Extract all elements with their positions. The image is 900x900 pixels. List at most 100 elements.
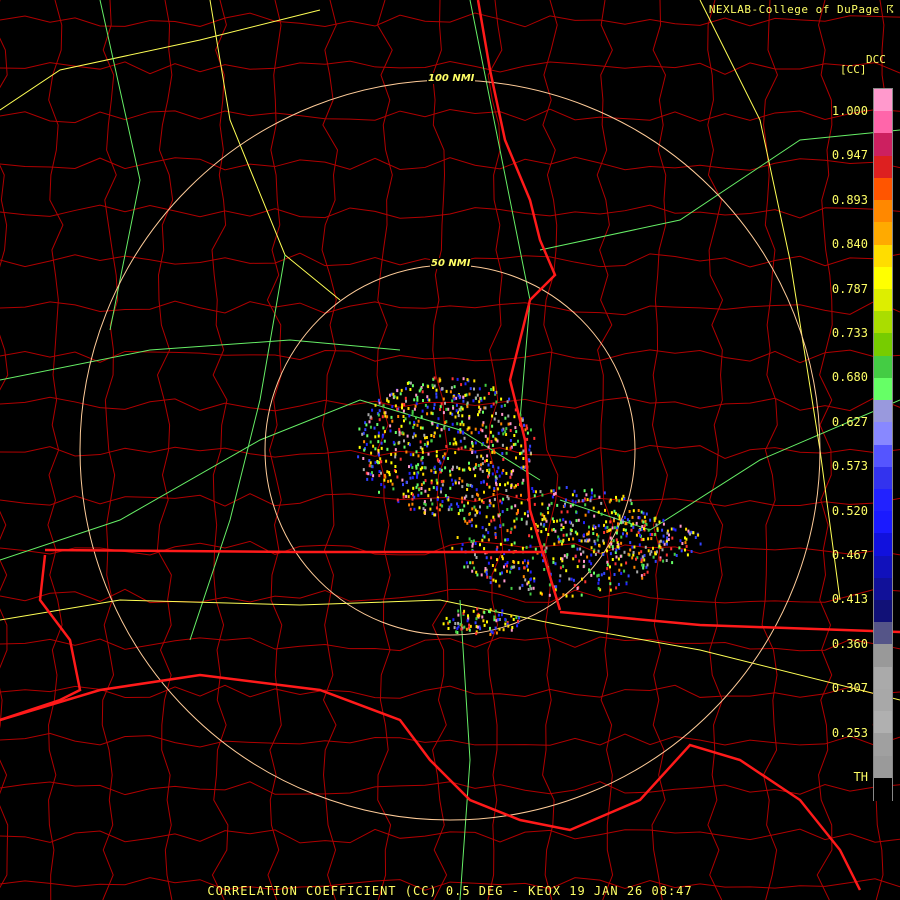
- echo-pixel: [411, 502, 414, 506]
- echo-pixel: [570, 577, 573, 581]
- echo-pixel: [383, 485, 386, 489]
- echo-pixel: [632, 551, 635, 554]
- echo-pixel: [450, 478, 453, 482]
- echo-pixel: [402, 483, 404, 487]
- echo-pixel: [562, 538, 565, 542]
- echo-pixel: [433, 406, 435, 410]
- echo-pixel: [615, 495, 617, 499]
- echo-pixel: [483, 610, 486, 614]
- echo-pixel: [502, 469, 505, 472]
- echo-pixel: [394, 452, 397, 456]
- echo-pixel: [548, 503, 551, 507]
- echo-pixel: [422, 472, 425, 476]
- echo-pixel: [559, 574, 562, 578]
- echo-pixel: [645, 512, 648, 516]
- echo-pixel: [510, 472, 513, 476]
- echo-pixel: [485, 425, 488, 429]
- echo-pixel: [482, 456, 484, 460]
- echo-pixel: [433, 513, 436, 517]
- echo-pixel: [449, 442, 451, 446]
- state-boundary: [476, 0, 562, 611]
- echo-pixel: [593, 571, 595, 575]
- echo-pixel: [480, 454, 483, 458]
- echo-pixel: [590, 546, 593, 550]
- echo-pixel: [390, 392, 393, 396]
- state-boundary: [559, 610, 900, 634]
- echo-pixel: [408, 465, 410, 469]
- echo-pixel: [451, 377, 454, 381]
- echo-pixel: [496, 487, 499, 491]
- color-scale-tick: 0.520: [831, 503, 868, 518]
- echo-pixel: [474, 441, 477, 445]
- echo-pixel: [576, 587, 579, 590]
- echo-pixel: [561, 557, 564, 561]
- echo-pixel: [439, 405, 442, 409]
- echo-pixel: [365, 423, 368, 427]
- echo-pixel: [508, 397, 511, 401]
- echo-pixel: [531, 556, 534, 560]
- echo-pixel: [533, 502, 536, 506]
- echo-pixel: [503, 565, 505, 569]
- echo-pixel: [615, 555, 618, 559]
- echo-pixel: [486, 437, 489, 441]
- echo-pixel: [515, 494, 518, 498]
- echo-pixel: [521, 546, 524, 550]
- color-scale-tick: 0.947: [831, 148, 868, 163]
- county-line: [542, 0, 559, 900]
- echo-pixel: [576, 547, 579, 551]
- echo-pixel: [484, 434, 487, 438]
- echo-pixel: [632, 525, 635, 529]
- county-line: [0, 444, 900, 460]
- echo-pixel: [617, 522, 619, 526]
- echo-pixel: [396, 407, 399, 411]
- echo-pixel: [499, 483, 501, 487]
- color-scale-tick: 1.000: [831, 104, 868, 118]
- echo-pixel: [652, 555, 655, 559]
- echo-pixel: [378, 409, 381, 413]
- echo-pixel: [487, 538, 490, 542]
- echo-pixel: [679, 539, 682, 543]
- echo-pixel: [489, 430, 492, 434]
- echo-pixel: [571, 499, 574, 503]
- echo-pixel: [643, 515, 646, 519]
- echo-pixel: [423, 500, 426, 504]
- echo-pixel: [545, 546, 548, 550]
- echo-pixel: [473, 505, 476, 509]
- echo-pixel: [374, 447, 377, 451]
- echo-pixel: [463, 436, 466, 440]
- echo-pixel: [658, 520, 661, 524]
- echo-pixel: [527, 568, 529, 572]
- echo-pixel: [503, 579, 506, 583]
- echo-pixel: [380, 441, 383, 445]
- echo-pixel: [459, 439, 462, 443]
- echo-pixel: [457, 625, 460, 629]
- echo-pixel: [364, 428, 367, 432]
- echo-pixel: [416, 475, 418, 479]
- echo-pixel: [409, 453, 412, 457]
- echo-pixel: [510, 614, 513, 618]
- echo-pixel: [608, 500, 611, 504]
- echo-pixel: [452, 618, 455, 622]
- echo-pixel: [454, 415, 457, 419]
- echo-pixel: [416, 395, 419, 399]
- echo-pixel: [493, 518, 496, 522]
- echo-pixel: [474, 427, 477, 431]
- echo-pixel: [460, 446, 463, 450]
- echo-pixel: [498, 474, 501, 478]
- echo-pixel: [482, 480, 485, 484]
- echo-pixel: [631, 515, 634, 519]
- echo-pixel: [584, 513, 587, 517]
- county-line: [596, 0, 614, 900]
- color-scale-tick: 0.680: [831, 370, 868, 385]
- echo-pixel: [477, 431, 480, 435]
- echo-pixel: [468, 628, 471, 632]
- echo-pixel: [476, 607, 479, 611]
- state-boundary: [0, 673, 862, 891]
- echo-pixel: [489, 581, 492, 585]
- echo-pixel: [613, 509, 616, 513]
- echo-pixel: [398, 433, 401, 437]
- color-swatch: [874, 444, 892, 468]
- echo-pixel: [485, 572, 488, 576]
- echo-pixel: [463, 565, 466, 569]
- echo-pixel: [491, 424, 494, 428]
